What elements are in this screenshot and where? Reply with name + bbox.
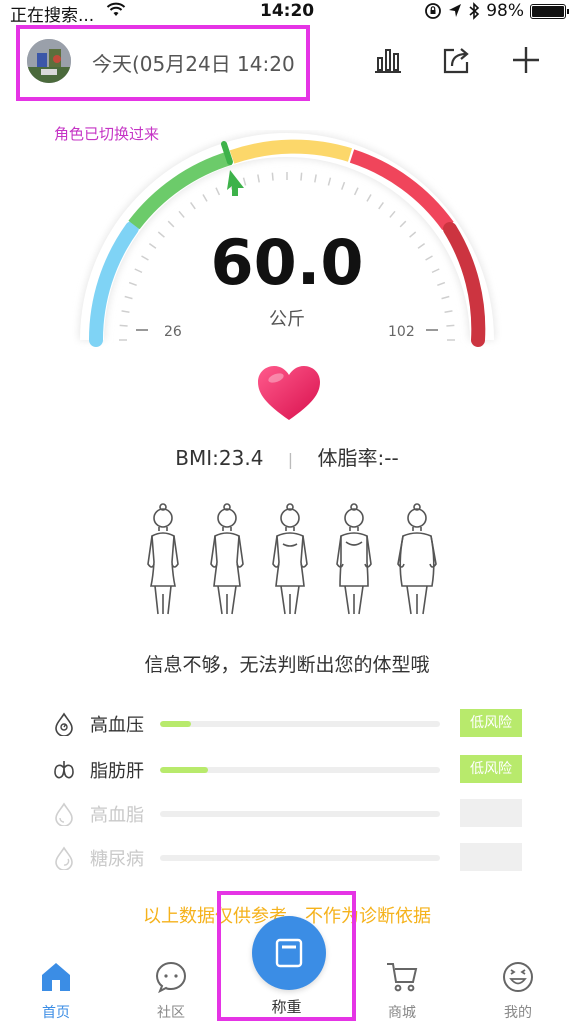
risk-row-fatty-liver[interactable]: 脂肪肝 低风险: [52, 755, 524, 785]
body-type-figures: [140, 502, 440, 622]
risk-progress-bar: [160, 721, 440, 727]
gauge-tick: [314, 174, 317, 183]
gauge-tick: [202, 194, 208, 202]
gauge-tick: [215, 187, 221, 196]
tab-community[interactable]: 社区: [131, 960, 211, 1022]
liver-icon: [54, 761, 74, 779]
body-type-figure-icon: [272, 503, 308, 615]
drop-icon: [55, 802, 73, 826]
gauge-tick: [190, 201, 196, 210]
gauge-tick: [178, 210, 185, 218]
avatar[interactable]: [27, 39, 71, 83]
status-time: 14:20: [260, 1, 315, 21]
body-type-message: 信息不够，无法判断出您的体型哦: [144, 654, 430, 676]
tab-weigh-label: 称重: [271, 998, 302, 1016]
risk-badge: 低风险: [460, 709, 522, 737]
risk-row-hypertension[interactable]: 高血压 低风险: [52, 709, 524, 739]
tab-label: 社区: [157, 1005, 185, 1021]
gauge-tick: [327, 177, 332, 186]
blood-pressure-icon: [55, 712, 73, 736]
risk-row-diabetes[interactable]: 糖尿病: [52, 843, 524, 873]
gauge-tick: [378, 201, 384, 210]
tab-home[interactable]: 首页: [16, 960, 96, 1022]
chart-icon[interactable]: [372, 44, 404, 76]
risk-badge: [460, 799, 522, 827]
metrics-separator: |: [287, 450, 294, 469]
gauge-tick: [271, 172, 274, 181]
risk-progress-bar: [160, 811, 440, 817]
scale-icon: [275, 938, 303, 968]
tab-mine[interactable]: 我的: [478, 960, 558, 1022]
gauge-tick: [242, 177, 247, 186]
body-type-figure-icon: [335, 503, 372, 615]
risk-progress-bar: [160, 855, 440, 861]
share-icon[interactable]: [440, 44, 472, 76]
gauge-tick: [341, 181, 346, 190]
risk-badge: 低风险: [460, 755, 522, 783]
gauge-tick: [389, 210, 396, 218]
risk-label: 糖尿病: [90, 849, 144, 870]
body-fat-value: 体脂率:--: [317, 446, 399, 470]
bluetooth-icon: [469, 2, 480, 20]
tab-label: 首页: [42, 1005, 70, 1021]
risk-progress-bar: [160, 767, 440, 773]
risk-badge: [460, 843, 522, 871]
status-bar: 正在搜索... 14:20 98%: [0, 0, 574, 26]
carrier-text: 正在搜索...: [10, 6, 95, 26]
home-icon: [42, 963, 70, 991]
add-icon[interactable]: [510, 44, 542, 76]
location-icon: [449, 4, 462, 17]
tab-label: 我的: [504, 1005, 532, 1021]
drop-icon: [55, 846, 73, 870]
risk-row-hyperlipidemia[interactable]: 高血脂: [52, 799, 524, 829]
battery-percent: 98%: [486, 1, 524, 21]
date-title[interactable]: 今天(05月24日 14:20: [92, 48, 295, 77]
body-type-figure-icon: [147, 503, 179, 615]
metrics-row: BMI:23.4 | 体脂率:--: [0, 442, 574, 471]
gauge-range-min: 26: [164, 324, 182, 340]
wifi-icon: [106, 2, 126, 16]
battery-icon: [530, 3, 569, 19]
gauge-tick: [257, 174, 260, 183]
weight-value: 60.0: [210, 226, 364, 299]
smiley-icon: [503, 962, 533, 992]
gauge-tick: [300, 172, 303, 181]
rotation-lock-icon: [425, 3, 442, 19]
heart-icon: [258, 366, 320, 420]
gauge-tick: [353, 187, 359, 196]
weigh-button[interactable]: [252, 916, 326, 990]
body-type-figure-icon: [397, 503, 437, 615]
tab-mall[interactable]: 商城: [362, 960, 442, 1022]
gauge-tick: [366, 194, 372, 202]
gauge-range-max: 102: [388, 324, 415, 340]
risk-label: 脂肪肝: [90, 761, 144, 782]
risk-label: 高血压: [90, 715, 144, 736]
chat-bubble-icon: [155, 961, 187, 994]
bmi-value: BMI:23.4: [175, 446, 264, 470]
tab-label: 商城: [388, 1005, 416, 1021]
weight-unit: 公斤: [269, 309, 305, 330]
cart-icon: [387, 963, 418, 992]
body-type-figure-icon: [209, 503, 244, 615]
risk-label: 高血脂: [90, 805, 144, 826]
